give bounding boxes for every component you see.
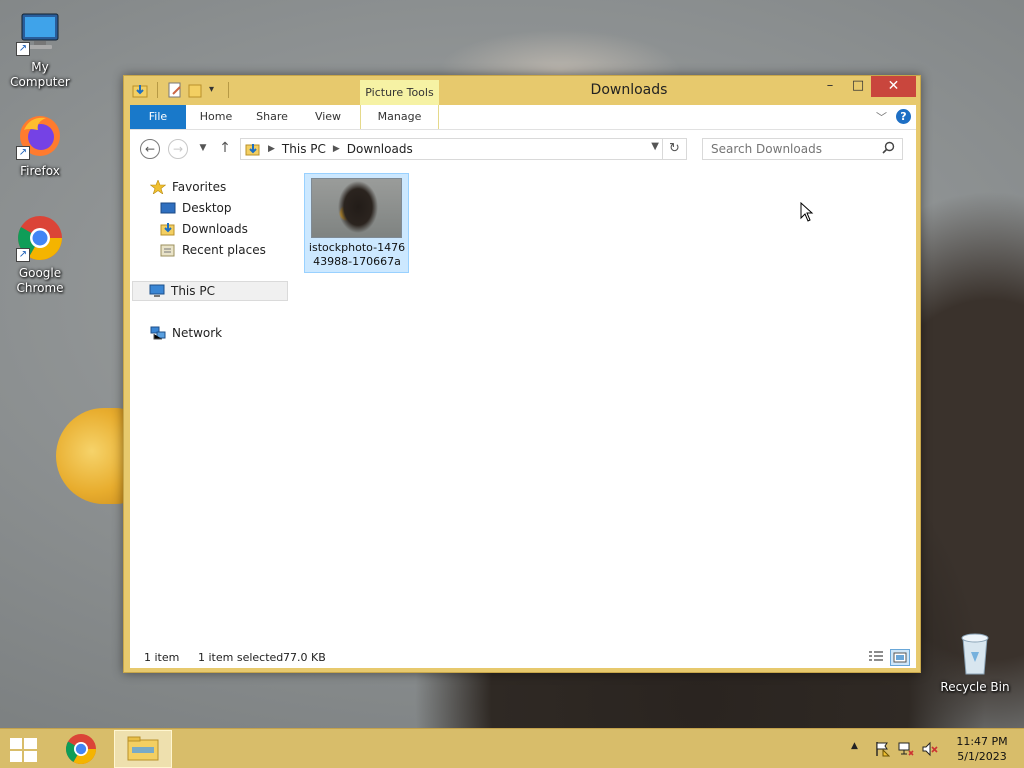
desktop-icon-label: Recycle Bin: [940, 680, 1010, 694]
tree-network[interactable]: Network: [150, 323, 222, 343]
explorer-window: ▾ Picture Tools Downloads – □ ✕ File Hom…: [123, 75, 921, 673]
taskbar-chrome-button[interactable]: [64, 733, 98, 765]
shortcut-arrow-icon: ↗: [16, 42, 30, 56]
file-item[interactable]: istockphoto-147643988-170667a: [304, 173, 409, 273]
help-icon[interactable]: ?: [896, 109, 911, 124]
desktop-icon-label: My Computer: [10, 60, 70, 89]
downloads-folder-icon: [132, 82, 148, 98]
chrome-icon: [65, 734, 96, 765]
shortcut-arrow-icon: ↗: [16, 146, 30, 160]
image-thumbnail: [311, 178, 402, 238]
tree-label: Favorites: [172, 180, 227, 194]
new-folder-icon[interactable]: [188, 82, 204, 98]
recent-places-icon: [160, 243, 176, 257]
volume-muted-icon[interactable]: [922, 741, 938, 757]
tab-manage[interactable]: Manage: [360, 105, 439, 129]
address-bar[interactable]: ▶ This PC ▶ Downloads ▼: [240, 138, 663, 160]
tree-recent-places[interactable]: Recent places: [160, 240, 266, 260]
clock-date: 5/1/2023: [957, 750, 1007, 763]
breadcrumb-chevron-icon[interactable]: ▶: [333, 144, 340, 154]
show-hidden-icons-icon[interactable]: ▲: [851, 741, 858, 751]
tree-label: Downloads: [182, 222, 248, 236]
tree-label: Network: [172, 326, 223, 340]
tree-label: Recent places: [182, 243, 266, 257]
search-input[interactable]: [702, 138, 903, 160]
file-name: istockphoto-147643988-170667a: [308, 241, 406, 268]
downloads-folder-icon: [160, 222, 176, 236]
taskbar-explorer-button[interactable]: [114, 730, 172, 768]
forward-button[interactable]: →: [168, 139, 188, 159]
quick-access-toolbar: ▾: [132, 82, 233, 98]
tree-downloads[interactable]: Downloads: [160, 219, 248, 239]
taskbar: ▲ 11:47 PM 5/1/2023: [0, 728, 1024, 768]
recycle-bin-icon: [951, 630, 999, 676]
ribbon-tabs: File Home Share View Manage ﹀ ?: [130, 105, 916, 130]
desktop-folder-icon: [160, 201, 176, 215]
desktop-icon-label: Google Chrome: [16, 266, 64, 295]
windows-logo-pane: [10, 751, 22, 762]
network-icon: [150, 326, 166, 340]
status-item-count: 1 item: [144, 651, 180, 664]
tree-label: This PC: [171, 284, 215, 298]
tab-home[interactable]: Home: [190, 105, 242, 129]
qat-separator: [228, 82, 229, 98]
star-icon: [149, 179, 167, 195]
network-status-icon[interactable]: [898, 741, 914, 757]
computer-icon: ↗: [16, 8, 64, 56]
downloads-folder-icon: [245, 142, 261, 156]
status-selected: 1 item selected: [198, 651, 284, 664]
firefox-icon: ↗: [16, 112, 64, 160]
windows-logo-pane: [10, 738, 22, 749]
desktop-icon-my-computer[interactable]: ↗ My Computer: [0, 8, 80, 90]
file-list-pane[interactable]: istockphoto-147643988-170667a: [290, 167, 916, 647]
refresh-button[interactable]: ↻: [663, 138, 687, 160]
windows-logo-pane: [24, 751, 37, 762]
properties-icon[interactable]: [167, 82, 183, 98]
start-button[interactable]: [10, 738, 38, 762]
breadcrumb-downloads[interactable]: Downloads: [347, 142, 413, 156]
details-view-icon[interactable]: [868, 650, 884, 664]
desktop-icon-label: Firefox: [20, 164, 60, 178]
picture-tools-label: Picture Tools: [360, 80, 439, 105]
tree-label: Desktop: [182, 201, 232, 215]
desktop-icon-firefox[interactable]: ↗ Firefox: [0, 112, 80, 179]
mouse-cursor-icon: [800, 201, 814, 225]
action-center-flag-icon[interactable]: [874, 741, 891, 757]
clock-time: 11:47 PM: [956, 735, 1008, 748]
breadcrumb-chevron-icon[interactable]: ▶: [268, 144, 275, 154]
qat-separator: [157, 82, 158, 98]
windows-logo-pane: [24, 738, 37, 749]
tab-share[interactable]: Share: [246, 105, 298, 129]
address-dropdown-icon[interactable]: ▼: [651, 141, 659, 152]
desktop-icon-google-chrome[interactable]: ↗ Google Chrome: [0, 214, 80, 296]
tree-favorites[interactable]: Favorites: [149, 177, 227, 197]
close-button[interactable]: ✕: [871, 76, 916, 97]
customize-qat-icon[interactable]: ▾: [209, 82, 219, 98]
minimize-button[interactable]: –: [816, 76, 844, 97]
computer-icon: [149, 284, 165, 298]
window-title: Downloads: [590, 82, 668, 98]
shortcut-arrow-icon: ↗: [16, 248, 30, 262]
chrome-icon: ↗: [16, 214, 64, 262]
large-icons-view-icon[interactable]: [890, 649, 910, 666]
recent-locations-chevron-icon[interactable]: ▼: [193, 139, 213, 159]
status-bar: 1 item 1 item selected 77.0 KB: [130, 647, 916, 668]
expand-ribbon-icon[interactable]: ﹀: [876, 109, 887, 125]
tree-desktop[interactable]: Desktop: [160, 198, 232, 218]
tree-this-pc[interactable]: This PC: [132, 281, 288, 301]
file-explorer-icon: [127, 736, 159, 761]
back-button[interactable]: ←: [140, 139, 160, 159]
navigation-bar: ← → ▼ ↑ ▶ This PC ▶ Downloads ▼ ↻: [130, 130, 916, 167]
desktop-icon-recycle-bin[interactable]: Recycle Bin: [935, 630, 1015, 695]
title-bar[interactable]: ▾ Picture Tools Downloads – □ ✕: [124, 76, 920, 105]
search-icon[interactable]: [882, 141, 895, 157]
breadcrumb-this-pc[interactable]: This PC: [282, 142, 326, 156]
navigation-pane: Favorites Desktop Downloads Recent place…: [130, 167, 290, 647]
status-size: 77.0 KB: [283, 651, 326, 664]
tab-view[interactable]: View: [302, 105, 354, 129]
maximize-button[interactable]: □: [844, 76, 872, 97]
up-arrow-button[interactable]: ↑: [215, 139, 235, 159]
tab-file[interactable]: File: [130, 105, 186, 129]
system-clock[interactable]: 11:47 PM 5/1/2023: [952, 734, 1012, 764]
